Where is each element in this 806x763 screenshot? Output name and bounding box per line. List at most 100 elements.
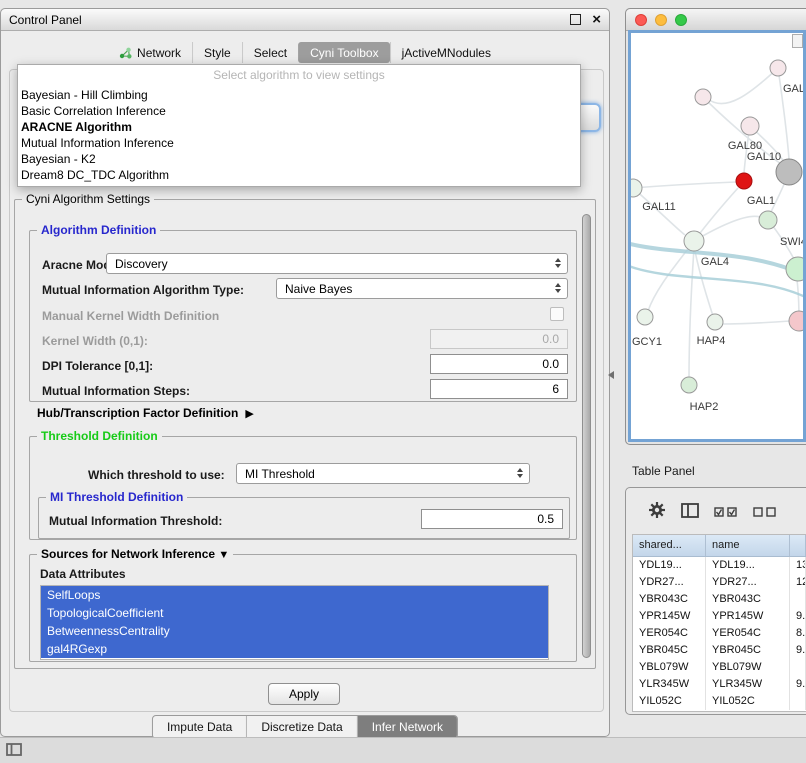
table-row[interactable]: YIL052C YIL052C <box>633 693 806 710</box>
bottom-tab-infer-network[interactable]: Infer Network <box>357 716 457 738</box>
dropdown-item[interactable]: Basic Correlation Inference <box>18 103 580 119</box>
node-pink[interactable] <box>789 311 806 331</box>
table-cell: YDR27... <box>633 574 706 591</box>
node-hap4[interactable] <box>707 314 723 330</box>
minimize-traffic-light-icon[interactable] <box>655 14 667 26</box>
tab-cyni-toolbox[interactable]: Cyni Toolbox <box>298 42 389 63</box>
table-cell: YDR27... <box>706 574 790 591</box>
tab-label: jActiveMNodules <box>402 46 491 60</box>
field-value: 0.0 <box>542 357 559 371</box>
gear-icon[interactable] <box>648 501 666 524</box>
panel-splitter-collapse-icon[interactable] <box>608 371 614 379</box>
network-canvas[interactable]: GAL7 GAL80 GAL10 GAL11 GAL1 SWI4 GAL4 GC… <box>628 30 806 442</box>
select-all-icon[interactable] <box>714 504 738 522</box>
data-attributes-label: Data Attributes <box>40 567 126 581</box>
kernel-width-input: 0.0 <box>430 329 568 349</box>
network-graph: GAL7 GAL80 GAL10 GAL11 GAL1 SWI4 GAL4 GC… <box>631 33 806 441</box>
close-icon[interactable]: × <box>592 12 601 27</box>
node-gal10-red[interactable] <box>736 173 752 189</box>
float-window-icon[interactable] <box>570 14 581 25</box>
hub-section-toggle[interactable]: Hub/Transcription Factor Definition ▶ <box>37 406 254 420</box>
table-row[interactable]: YLR345W YLR345W 9. <box>633 676 806 693</box>
attribute-item[interactable]: SelfLoops <box>41 586 548 604</box>
node-label: HAP4 <box>697 335 726 347</box>
node-gal80[interactable] <box>741 117 759 135</box>
table-cell: 13 <box>790 557 806 574</box>
bottom-tab-discretize-data[interactable]: Discretize Data <box>246 716 356 738</box>
aracne-mode-select[interactable]: Discovery <box>106 253 568 274</box>
table-cell: YPR145W <box>706 608 790 625</box>
table-header-cell[interactable] <box>790 535 806 556</box>
node-hap2[interactable] <box>681 377 697 393</box>
tab-jactivemnodules[interactable]: jActiveMNodules <box>390 42 502 63</box>
bottom-tab-bar: Impute Data Discretize Data Infer Networ… <box>152 715 458 739</box>
panel-toggle-icon[interactable] <box>6 743 22 761</box>
combo-value: Discovery <box>115 257 168 271</box>
top-tab-bar: Network Style Select Cyni Toolbox jActiv… <box>108 42 502 63</box>
mi-algorithm-type-select[interactable]: Naive Bayes <box>276 278 568 299</box>
tab-style[interactable]: Style <box>192 42 242 63</box>
table-row[interactable]: YBR043C YBR043C <box>633 591 806 608</box>
dropdown-item[interactable]: Dream8 DC_TDC Algorithm <box>18 167 580 183</box>
node-label: GAL10 <box>747 151 781 163</box>
table-row[interactable]: YBL079W YBL079W <box>633 659 806 676</box>
mi-algorithm-type-label: Mutual Information Algorithm Type: <box>42 283 244 297</box>
table-row[interactable]: YBR045C YBR045C 9. <box>633 642 806 659</box>
scrollbar-thumb[interactable] <box>582 214 591 658</box>
tab-select[interactable]: Select <box>242 42 298 63</box>
tab-label: Cyni Toolbox <box>310 46 378 60</box>
zoom-traffic-light-icon[interactable] <box>675 14 687 26</box>
control-panel-titlebar[interactable]: Control Panel × <box>1 9 609 31</box>
mi-steps-input[interactable]: 6 <box>430 379 568 399</box>
tab-network[interactable]: Network <box>108 42 192 63</box>
table-row[interactable]: YDL19... YDL19... 13 <box>633 557 806 574</box>
node-gal1[interactable] <box>759 211 777 229</box>
attributes-list[interactable]: SelfLoops TopologicalCoefficient Between… <box>40 585 549 660</box>
mi-threshold-input[interactable]: 0.5 <box>421 509 563 529</box>
table-cell: YIL052C <box>633 693 706 710</box>
attribute-item[interactable]: BetweennessCentrality <box>41 622 548 640</box>
table-cell: YBR043C <box>633 591 706 608</box>
which-threshold-label: Which threshold to use: <box>88 468 225 482</box>
settings-scrollbar[interactable] <box>582 214 591 658</box>
dropdown-item[interactable]: Bayesian - Hill Climbing <box>18 87 580 103</box>
node-label: GCY1 <box>632 336 662 348</box>
table-cell: YDL19... <box>633 557 706 574</box>
dpi-tolerance-input[interactable]: 0.0 <box>430 354 568 374</box>
network-icon <box>119 47 132 59</box>
sources-section-toggle[interactable]: Sources for Network Inference ▼ <box>37 547 233 561</box>
node-gal4[interactable] <box>684 231 704 251</box>
node-gal7[interactable] <box>770 60 786 76</box>
deselect-all-icon[interactable] <box>753 504 777 522</box>
table-header-cell[interactable]: shared... <box>633 535 706 556</box>
manual-kernel-width-label: Manual Kernel Width Definition <box>42 309 219 323</box>
dropdown-item[interactable]: Bayesian - K2 <box>18 151 580 167</box>
close-traffic-light-icon[interactable] <box>635 14 647 26</box>
group-title: Cyni Algorithm Settings <box>22 192 154 206</box>
dropdown-item[interactable]: Mutual Information Inference <box>18 135 580 151</box>
columns-icon[interactable] <box>681 503 699 523</box>
table-cell: 12 <box>790 574 806 591</box>
attribute-item[interactable]: gal4RGexp <box>41 640 548 658</box>
table-header-cell[interactable]: name <box>706 535 790 556</box>
hub-section-label: Hub/Transcription Factor Definition <box>37 406 238 420</box>
apply-button[interactable]: Apply <box>268 683 340 705</box>
expand-right-icon: ▶ <box>245 407 253 420</box>
sources-section-label: Sources for Network Inference <box>41 547 215 561</box>
node-gcy1[interactable] <box>637 309 653 325</box>
mi-threshold-group: MI Threshold Definition Mutual Informati… <box>38 497 570 539</box>
table-row[interactable]: YDR27... YDR27... 12 <box>633 574 806 591</box>
control-panel-window: Control Panel × Network Style Select Cyn… <box>0 8 610 737</box>
attribute-item[interactable]: TopologicalCoefficient <box>41 604 548 622</box>
table-row[interactable]: YER054C YER054C 8. <box>633 625 806 642</box>
node-unlabeled[interactable] <box>695 89 711 105</box>
node-swi4[interactable] <box>786 257 806 281</box>
bottom-tab-impute-data[interactable]: Impute Data <box>153 716 246 738</box>
which-threshold-select[interactable]: MI Threshold <box>236 463 530 484</box>
table-cell: YLR345W <box>633 676 706 693</box>
table-row[interactable]: YPR145W YPR145W 9. <box>633 608 806 625</box>
cyni-algorithm-settings-group: Cyni Algorithm Settings Algorithm Defini… <box>14 199 596 669</box>
table-cell <box>790 659 806 676</box>
network-window-titlebar[interactable] <box>626 9 806 31</box>
dropdown-item-selected[interactable]: ARACNE Algorithm <box>18 119 580 135</box>
